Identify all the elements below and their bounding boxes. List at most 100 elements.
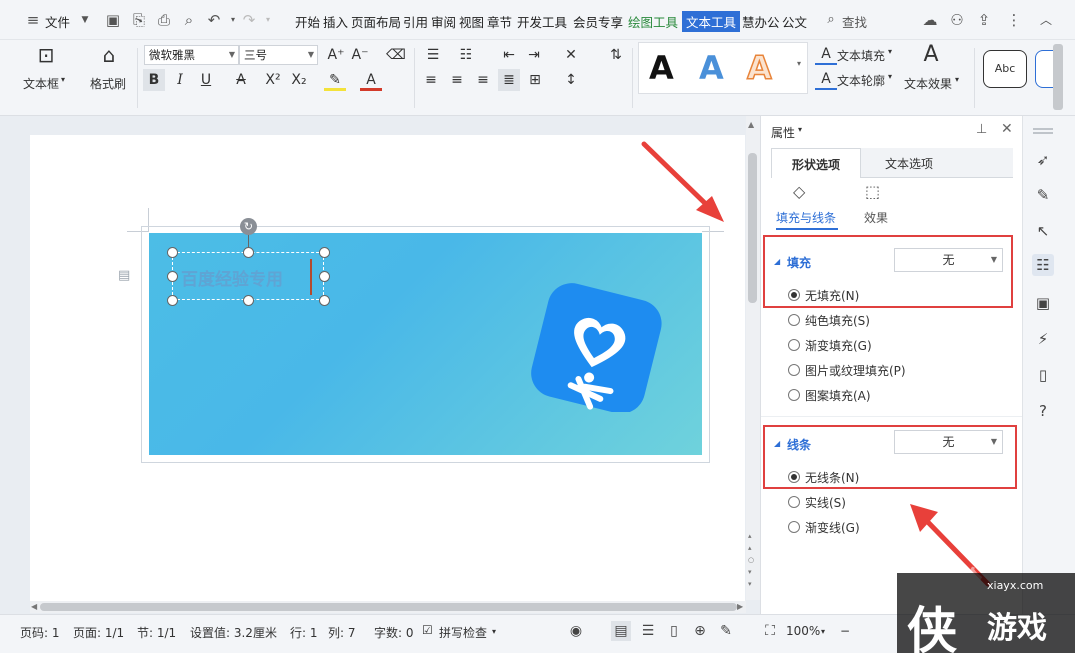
bullets-icon[interactable]: ☰ xyxy=(422,44,444,66)
style-black[interactable]: A xyxy=(649,49,674,87)
write-view-icon[interactable]: ✎ xyxy=(716,621,736,641)
rotate-handle-icon[interactable]: ↻ xyxy=(240,218,257,235)
radio-picture-fill[interactable] xyxy=(788,364,800,376)
print-icon[interactable]: ⎙ xyxy=(155,11,173,29)
clear-format-icon[interactable]: ⌫ xyxy=(385,44,407,66)
tab-page-layout[interactable]: 页面布局 xyxy=(351,12,401,31)
page-view-icon[interactable]: ▤ xyxy=(611,621,631,641)
tab-review[interactable]: 审阅 xyxy=(431,12,456,31)
chevron-down-icon[interactable]: ▼ xyxy=(76,11,94,29)
tab-developer[interactable]: 开发工具 xyxy=(517,12,567,31)
collapse-ribbon-icon[interactable]: ︿ xyxy=(1037,11,1055,29)
resize-handle-br[interactable] xyxy=(319,295,330,306)
subtab-fill-line[interactable]: 填充与线条 xyxy=(776,209,836,226)
bold-icon[interactable]: B xyxy=(143,69,165,91)
rocket-icon[interactable]: ➶ xyxy=(1032,149,1054,171)
drag-handle-icon[interactable] xyxy=(1033,128,1053,130)
fill-bucket-icon[interactable]: ◇ xyxy=(793,182,805,201)
resize-handle-bl[interactable] xyxy=(167,295,178,306)
textbox-dropdown-icon[interactable]: ▾ xyxy=(61,75,65,84)
status-section[interactable]: 节: 1/1 xyxy=(137,624,176,641)
search-label[interactable]: 查找 xyxy=(842,12,867,31)
tab-text-tools[interactable]: 文本工具 xyxy=(682,11,741,32)
align-left-icon[interactable]: ≡ xyxy=(420,69,442,91)
resize-handle-tl[interactable] xyxy=(167,247,178,258)
ribbon-scrollbar[interactable] xyxy=(1053,44,1063,110)
status-setting-value[interactable]: 设置值: 3.2厘米 xyxy=(190,624,277,641)
share-user-icon[interactable]: ⚇ xyxy=(948,11,966,29)
selected-textbox[interactable]: 百度经验专用 xyxy=(172,252,324,300)
increase-indent-icon[interactable]: ⇥ xyxy=(523,44,545,66)
tab-view[interactable]: 视图 xyxy=(459,12,484,31)
format-painter-icon[interactable]: ⌂ xyxy=(96,44,122,70)
highlight-icon[interactable]: ✎ xyxy=(324,69,346,91)
scroll-up-icon[interactable]: ▲ xyxy=(748,120,754,129)
eye-protection-icon[interactable]: ◉ xyxy=(566,621,586,641)
scroll-right-icon[interactable]: ▶ xyxy=(737,602,743,611)
resize-handle-l[interactable] xyxy=(167,271,178,282)
option-gradient-fill[interactable]: 渐变填充(G) xyxy=(805,337,872,354)
radio-gradient-fill[interactable] xyxy=(788,339,800,351)
book-search-icon[interactable]: ▯ xyxy=(1032,364,1054,386)
lightning-icon[interactable]: ⚡ xyxy=(1032,328,1054,350)
subtab-effect[interactable]: 效果 xyxy=(864,209,888,226)
gallery-more-icon[interactable]: ▾ xyxy=(797,59,801,68)
undo-icon[interactable]: ↶ xyxy=(205,11,223,29)
search-icon[interactable]: ⌕ xyxy=(822,11,840,29)
radio-solid-fill[interactable] xyxy=(788,314,800,326)
style-orange-outline[interactable]: A xyxy=(746,48,772,88)
outline-view-icon[interactable]: ☰ xyxy=(638,621,658,641)
shape-style-abc[interactable]: Abc xyxy=(983,50,1027,88)
scroll-left-icon[interactable]: ◀ xyxy=(31,602,37,611)
spellcheck-icon[interactable]: ☑ xyxy=(422,623,433,637)
tab-chapter[interactable]: 章节 xyxy=(487,12,512,31)
zoom-level[interactable]: 100% xyxy=(786,624,820,638)
tab-reference[interactable]: 引用 xyxy=(403,12,428,31)
redo-icon[interactable]: ↷ xyxy=(240,11,258,29)
hamburger-icon[interactable]: ≡ xyxy=(24,11,42,29)
option-gradient-line[interactable]: 渐变线(G) xyxy=(805,519,860,536)
font-name-select[interactable]: 微软雅黑 ▼ xyxy=(144,45,239,65)
chevron-down-icon[interactable]: ▾ xyxy=(888,72,892,81)
tab-official-doc[interactable]: 公文 xyxy=(782,12,807,31)
numbering-icon[interactable]: ☷ xyxy=(455,44,477,66)
line-spacing-icon[interactable]: ↕ xyxy=(560,69,582,91)
image-tools-icon[interactable]: ▣ xyxy=(1032,292,1054,314)
radio-gradient-line[interactable] xyxy=(788,521,800,533)
horizontal-scroll-thumb[interactable] xyxy=(40,603,737,611)
style-blue[interactable]: A xyxy=(699,49,724,87)
align-center-icon[interactable]: ≡ xyxy=(446,69,468,91)
format-painter-label[interactable]: 格式刷 xyxy=(90,75,126,92)
status-page-number[interactable]: 页码: 1 xyxy=(20,624,60,641)
tab-start[interactable]: 开始 xyxy=(295,12,320,31)
italic-icon[interactable]: I xyxy=(169,69,191,91)
text-fill-icon[interactable]: A xyxy=(815,43,837,65)
resize-handle-t[interactable] xyxy=(243,247,254,258)
textbox-icon[interactable]: ⊡ xyxy=(33,44,59,70)
option-picture-fill[interactable]: 图片或纹理填充(P) xyxy=(805,362,906,379)
pen-icon[interactable]: ✎ xyxy=(1032,184,1054,206)
font-color-icon[interactable]: A xyxy=(360,69,382,91)
option-solid-line[interactable]: 实线(S) xyxy=(805,494,846,511)
preview-icon[interactable]: ⌕ xyxy=(180,11,198,29)
strikethrough-icon[interactable]: A xyxy=(230,69,252,91)
chevron-down-icon[interactable]: ▾ xyxy=(821,627,825,636)
decrease-indent-icon[interactable]: ⇤ xyxy=(498,44,520,66)
radio-solid-line[interactable] xyxy=(788,496,800,508)
tab-member[interactable]: 会员专享 xyxy=(573,12,623,31)
align-right-icon[interactable]: ≡ xyxy=(472,69,494,91)
vertical-scroll-thumb[interactable] xyxy=(748,153,757,303)
cloud-sync-icon[interactable]: ☁ xyxy=(921,11,939,29)
resize-handle-tr[interactable] xyxy=(319,247,330,258)
chevron-down-icon[interactable]: ▾ xyxy=(955,75,959,84)
chevron-down-icon[interactable]: ▾ xyxy=(492,627,496,636)
text-outline-label[interactable]: 文本轮廓 xyxy=(837,72,885,89)
tab-shape-options[interactable]: 形状选项 xyxy=(771,148,861,178)
fit-page-icon[interactable]: ⛶ xyxy=(760,621,780,641)
save-icon[interactable]: ▣ xyxy=(104,11,122,29)
chevron-down-icon[interactable]: ▾ xyxy=(798,125,802,134)
more-icon[interactable]: ⋮ xyxy=(1005,11,1023,29)
text-effect-label[interactable]: 文本效果 xyxy=(904,75,952,92)
tab-text-options[interactable]: 文本选项 xyxy=(861,148,1013,178)
superscript-icon[interactable]: X² xyxy=(262,69,284,91)
